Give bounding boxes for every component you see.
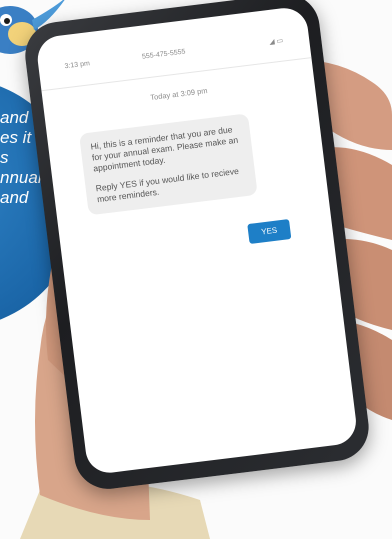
yes-reply-button[interactable]: YES [247,219,292,245]
smartphone: 3:13 pm 555-475-5555 ◢ ▭ Today at 3:09 p… [21,0,377,532]
message-text: Hi, this is a reminder that you are due … [90,124,239,174]
photo-stage: and es it s nnual and 3:13 pm 555-475-55… [0,0,392,539]
message-timestamp: Today at 3:09 pm [149,86,208,103]
phone-screen: 3:13 pm 555-475-5555 ◢ ▭ Today at 3:09 p… [35,5,359,476]
contact-number: 555-475-5555 [141,48,186,61]
message-bubble: Hi, this is a reminder that you are due … [78,113,258,216]
signal-battery-icons: ◢ ▭ [268,37,284,47]
status-bar: 3:13 pm 555-475-5555 ◢ ▭ [38,33,310,82]
status-time: 3:13 pm [64,60,91,71]
phone-frame: 3:13 pm 555-475-5555 ◢ ▭ Today at 3:09 p… [21,0,373,493]
